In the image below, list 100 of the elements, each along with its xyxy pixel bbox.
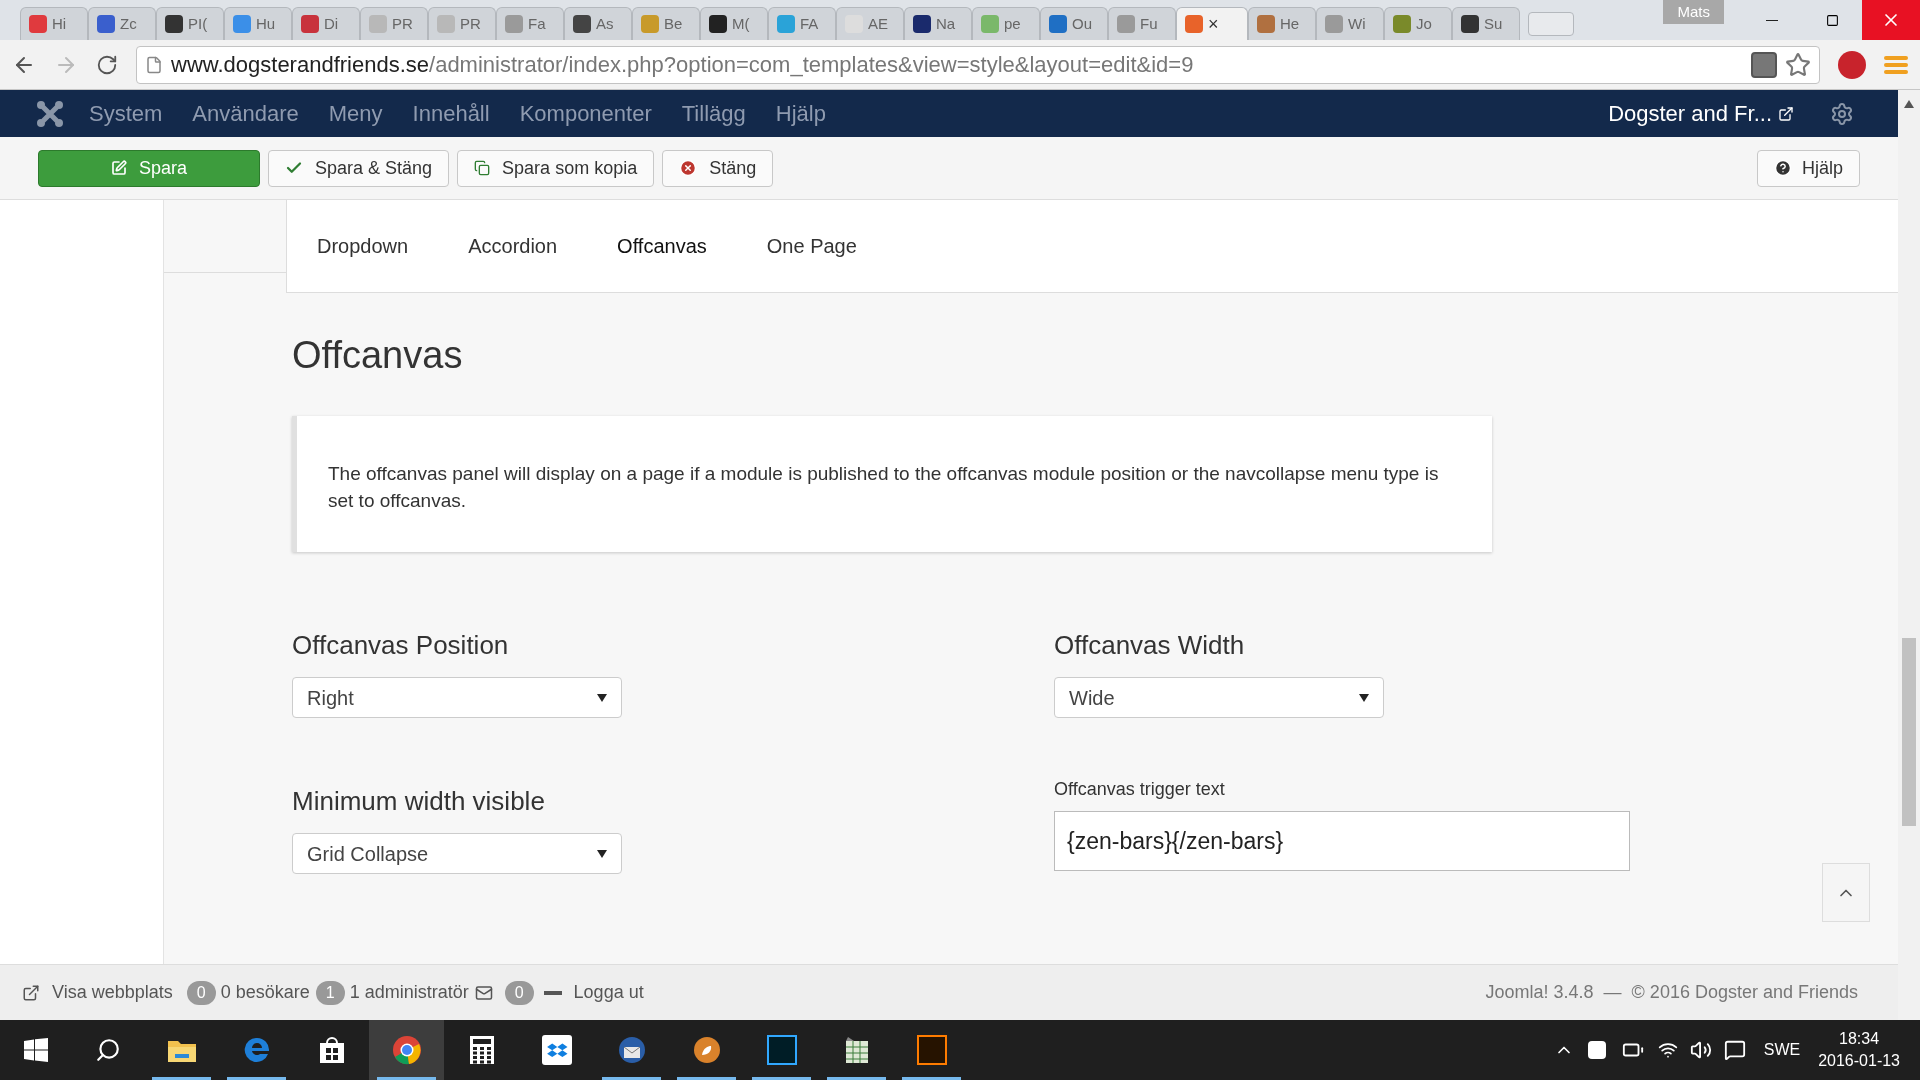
dropbox-icon xyxy=(541,1035,572,1065)
nav-menu-item[interactable]: Användare xyxy=(177,97,314,130)
nav-menu-item[interactable]: System xyxy=(74,97,178,130)
browser-tab[interactable]: PI( xyxy=(156,7,224,40)
address-field[interactable]: www.dogsterandfriends.se/administrator/index.php?option=com_templates&view=style&layout=edit&id=9 xyxy=(136,45,1820,84)
page-icon xyxy=(145,55,163,74)
browser-tab[interactable]: × xyxy=(1176,7,1248,40)
calculator-icon xyxy=(468,1035,495,1065)
mail-icon xyxy=(474,983,493,1002)
save-button[interactable]: Spara xyxy=(38,149,260,187)
browser-tab[interactable]: Hi xyxy=(20,7,88,40)
clock[interactable]: 18:34 2016-01-13 xyxy=(1818,1028,1900,1072)
browser-tab[interactable]: Fu xyxy=(1108,7,1176,40)
nav-menu-item[interactable]: Hjälp xyxy=(760,97,841,130)
toolbar-button[interactable]: Spara som kopia xyxy=(457,149,655,187)
browser-tab[interactable]: PR xyxy=(360,7,428,40)
section-tab[interactable]: Offcanvas xyxy=(617,231,707,261)
star-icon[interactable] xyxy=(1785,51,1811,78)
browser-tab[interactable]: Wi xyxy=(1316,7,1384,40)
info-note: The offcanvas panel will display on a page if a module is published to the offcanvas module position or the navcollapse menu type is set to offcanvas. xyxy=(292,416,1492,552)
tab-title: pe xyxy=(1004,13,1021,34)
view-site-link[interactable]: Visa webbplats xyxy=(52,979,173,1006)
nav-menu-item[interactable]: Meny xyxy=(313,97,398,130)
tab-title: Be xyxy=(664,13,683,34)
browser-tab[interactable]: Di xyxy=(292,7,360,40)
tab-title: AE xyxy=(868,13,888,34)
select-field[interactable]: Wide xyxy=(1054,677,1384,718)
field-label: Offcanvas Position xyxy=(292,629,510,662)
tab-title: M( xyxy=(732,13,750,34)
browser-tab[interactable]: Jo xyxy=(1384,7,1452,40)
select-field[interactable]: Grid Collapse xyxy=(292,833,622,874)
browser-tab[interactable]: Be xyxy=(632,7,700,40)
wifi-icon[interactable] xyxy=(1657,1040,1678,1060)
section-title: Offcanvas xyxy=(292,333,464,378)
browser-tab[interactable]: Na xyxy=(904,7,972,40)
url-text: www.dogsterandfriends.se/administrator/index.php?option=com_templates&view=style&layout=edit&id=9 xyxy=(171,51,1194,79)
count-badge: 0 xyxy=(504,980,534,1005)
language-indicator[interactable]: SWE xyxy=(1763,1038,1801,1062)
nav-menu-item[interactable]: Komponenter xyxy=(504,97,667,130)
minus-icon xyxy=(543,990,562,995)
scrollbar[interactable] xyxy=(1898,90,1920,1020)
field-label: Offcanvas Width xyxy=(1054,629,1246,662)
text-field[interactable]: {zen-bars}{/zen-bars} xyxy=(1054,811,1630,871)
nav-menu-item[interactable]: Tillägg xyxy=(666,97,761,130)
windows-logo-icon xyxy=(24,1038,48,1062)
count-badge: 0 xyxy=(186,980,216,1005)
help-icon xyxy=(1773,159,1792,177)
toolbar-button[interactable]: Stäng xyxy=(662,149,774,187)
browser-tab[interactable]: AE xyxy=(836,7,904,40)
browser-tab[interactable]: Zc xyxy=(88,7,156,40)
mail-bird-icon xyxy=(616,1035,647,1065)
browser-tab[interactable]: FA xyxy=(768,7,836,40)
logout-link[interactable]: Logga ut xyxy=(573,979,644,1006)
section-tab[interactable]: Accordion xyxy=(468,231,558,261)
browser-tab[interactable]: He xyxy=(1248,7,1316,40)
tab-title: Fa xyxy=(528,13,546,34)
section-tab[interactable]: One Page xyxy=(766,231,857,261)
tab-title: FA xyxy=(800,13,819,34)
help-button[interactable]: Hjälp xyxy=(1756,149,1860,187)
browser-tab[interactable]: Ou xyxy=(1040,7,1108,40)
speaker-icon[interactable] xyxy=(1689,1039,1712,1061)
separator-dash: — xyxy=(1603,981,1622,1004)
notification-icon[interactable] xyxy=(1723,1039,1746,1061)
browser-tab[interactable]: Fa xyxy=(496,7,564,40)
caret-icon xyxy=(597,849,607,858)
external-link-icon xyxy=(22,983,40,1002)
tab-title: × xyxy=(1208,12,1219,36)
joomla-logo-icon[interactable] xyxy=(36,99,64,128)
tab-title: Hu xyxy=(256,13,276,34)
field-label: Minimum width visible xyxy=(292,785,546,818)
tab-title: Zc xyxy=(120,13,137,34)
chrome-icon xyxy=(391,1035,422,1065)
browser-tab[interactable]: M( xyxy=(700,7,768,40)
minimize-icon xyxy=(1766,19,1778,21)
browser-tab[interactable]: Su xyxy=(1452,7,1520,40)
settings-icon[interactable] xyxy=(1830,101,1854,126)
field-label: Offcanvas trigger text xyxy=(1054,778,1226,801)
scrollbar-thumb[interactable] xyxy=(1902,638,1916,826)
visitors-text: 0 besökare xyxy=(220,981,310,1004)
tab-title: Ou xyxy=(1072,13,1092,34)
toolbar-button[interactable]: Spara & Stäng xyxy=(268,149,450,187)
tab-title: PR xyxy=(392,13,413,34)
scroll-up-icon[interactable] xyxy=(1904,100,1914,108)
site-link[interactable]: Dogster and Fr... xyxy=(1608,97,1794,130)
browser-tab[interactable]: pe xyxy=(972,7,1040,40)
tab-title: Fu xyxy=(1140,13,1158,34)
section-tab[interactable]: Dropdown xyxy=(317,231,409,261)
tab-title: PR xyxy=(460,13,481,34)
taskbar-app[interactable] xyxy=(369,1020,444,1080)
browser-tab[interactable]: As xyxy=(564,7,632,40)
tab-title: Di xyxy=(324,13,339,34)
shopping-bag-icon xyxy=(317,1035,346,1065)
browser-tab[interactable]: PR xyxy=(428,7,496,40)
select-field[interactable]: Right xyxy=(292,677,622,718)
search-icon[interactable] xyxy=(95,1037,121,1063)
round-app-icon xyxy=(691,1035,722,1065)
reload-icon[interactable] xyxy=(96,53,118,76)
count-badge: 1 xyxy=(315,980,345,1005)
browser-tab[interactable]: Hu xyxy=(224,7,292,40)
nav-menu-item[interactable]: Innehåll xyxy=(397,97,505,130)
